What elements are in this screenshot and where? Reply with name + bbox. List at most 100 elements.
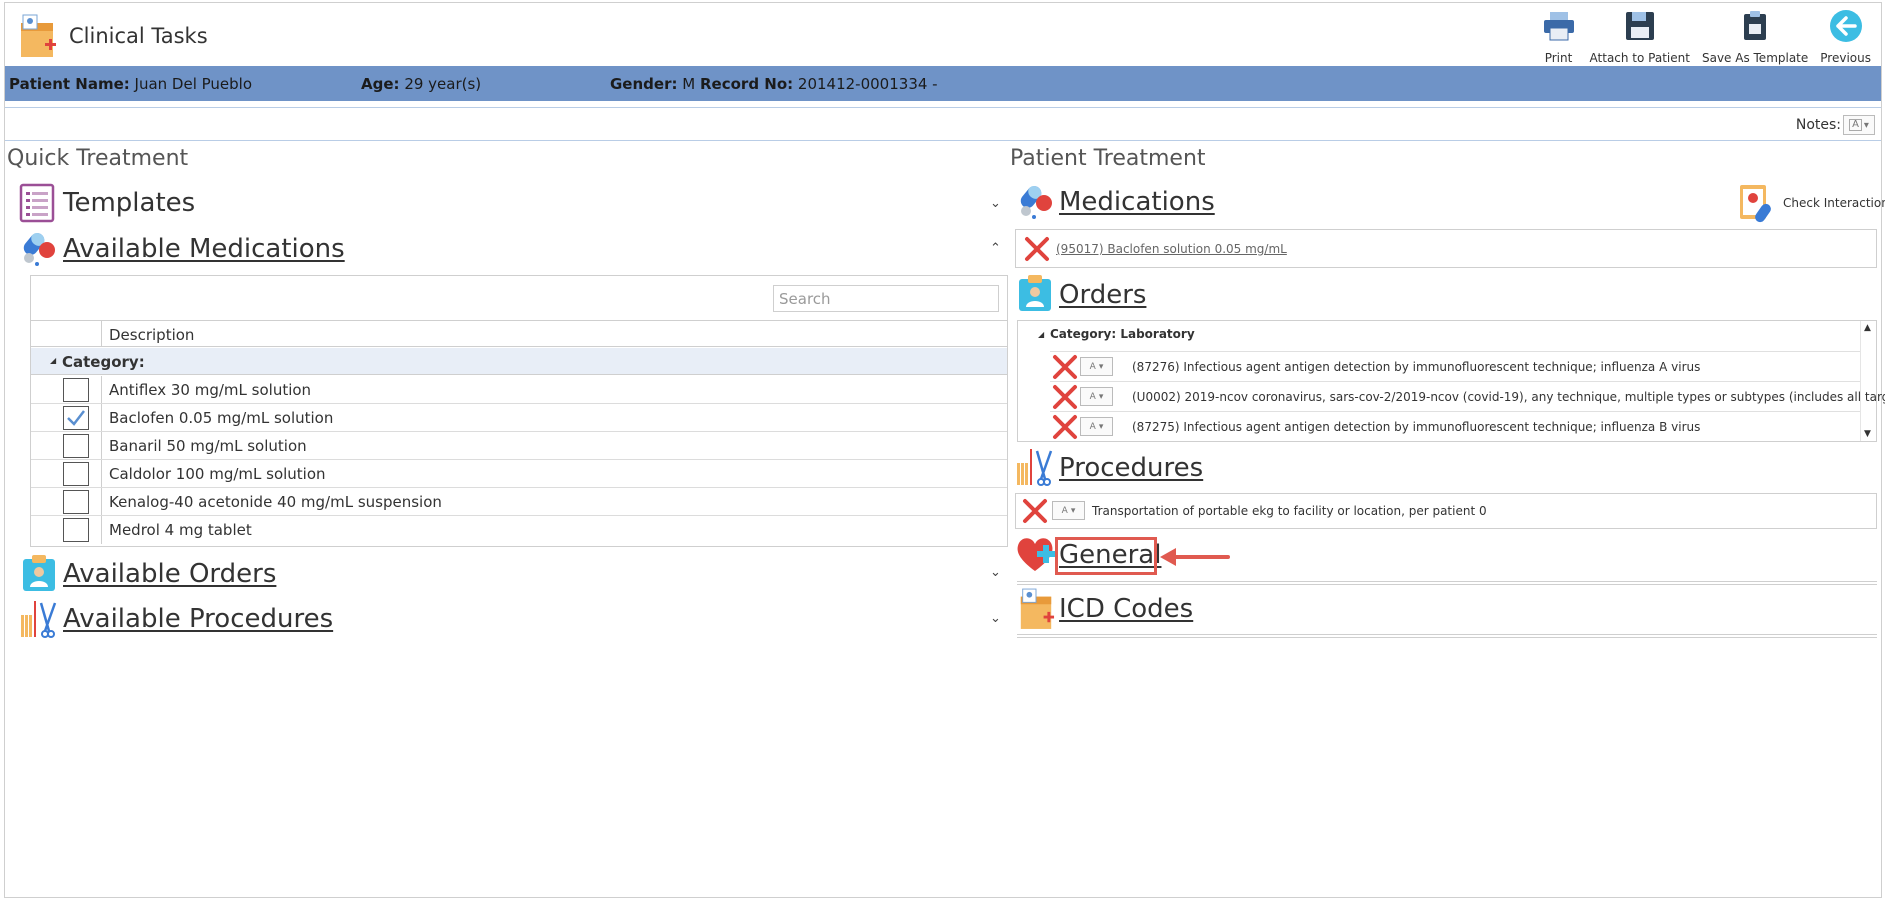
table-row[interactable]: Caldolor 100 mg/mL solution: [31, 460, 1007, 488]
pills-icon: [23, 232, 55, 266]
scroll-up-icon[interactable]: ▲: [1864, 323, 1871, 333]
text-style-icon: A: [1061, 505, 1068, 516]
medication-description: Kenalog-40 acetonide 40 mg/mL suspension: [109, 493, 442, 511]
text-style-icon: A: [1089, 361, 1096, 372]
orders-category-label: Category: Laboratory: [1050, 327, 1195, 341]
printer-icon: [1543, 12, 1574, 41]
procedures-header[interactable]: Procedures: [1059, 453, 1203, 483]
medication-description: Antiflex 30 mg/mL solution: [109, 381, 312, 399]
order-note-dropdown[interactable]: A ▾: [1080, 387, 1113, 406]
scroll-down-icon[interactable]: ▼: [1864, 429, 1871, 439]
order-row[interactable]: A ▾ (U0002) 2019-ncov coronavirus, sars-c…: [1050, 381, 1885, 411]
remove-x-icon[interactable]: [1052, 384, 1078, 410]
patient-medication-item[interactable]: (95017) Baclofen solution 0.05 mg/mL: [1056, 242, 1287, 256]
available-medications-header[interactable]: Available Medications: [63, 234, 345, 264]
toolbar: Print Attach to Patient Save As Template…: [1534, 7, 1877, 65]
icd-codes-list: [1017, 634, 1877, 638]
column-divider: [101, 376, 102, 403]
notes-dropdown[interactable]: A ▾: [1843, 115, 1875, 135]
procedure-item-text: Transportation of portable ekg to facili…: [1092, 504, 1487, 518]
chevron-down-icon: ▾: [1070, 505, 1076, 516]
previous-label: Previous: [1820, 51, 1871, 65]
patient-procedures-list: A ▾ Transportation of portable ekg to fac…: [1015, 493, 1877, 529]
orders-scrollbar[interactable]: ▲ ▼: [1860, 321, 1876, 441]
table-row[interactable]: Baclofen 0.05 mg/mL solution: [31, 404, 1007, 432]
order-item-text: (87275) Infectious agent antigen detecti…: [1132, 420, 1701, 434]
remove-x-icon[interactable]: [1022, 498, 1048, 524]
available-procedures-header[interactable]: Available Procedures: [63, 604, 333, 634]
column-header-description[interactable]: Description: [109, 326, 194, 344]
column-divider: [101, 404, 102, 431]
print-button[interactable]: Print: [1534, 7, 1584, 65]
checkmark-icon: [67, 410, 85, 426]
chevron-down-icon: ▾: [1098, 391, 1104, 402]
patient-gender-label: Gender:: [610, 75, 678, 93]
row-checkbox[interactable]: [63, 490, 89, 514]
order-row[interactable]: A ▾ (87276) Infectious agent antigen dete…: [1050, 351, 1860, 381]
column-divider: [101, 432, 102, 459]
chevron-down-icon: ▾: [1863, 119, 1869, 131]
annotation-arrow-icon: [1160, 548, 1230, 566]
floppy-disk-icon: [1625, 12, 1654, 40]
patient-name-label: Patient Name:: [9, 75, 130, 93]
remove-x-icon[interactable]: [1052, 414, 1078, 440]
category-group-row[interactable]: ◢ Category:: [31, 348, 1007, 375]
table-row[interactable]: Banaril 50 mg/mL solution: [31, 432, 1007, 460]
patient-name: Patient Name: Juan Del Pueblo: [9, 75, 252, 93]
chevron-down-icon: ▾: [1098, 361, 1104, 372]
back-arrow-icon: [1829, 10, 1862, 42]
text-style-icon: A: [1849, 119, 1862, 131]
available-orders-header[interactable]: Available Orders: [63, 559, 276, 589]
page-title: Clinical Tasks: [69, 24, 208, 48]
row-checkbox[interactable]: [63, 378, 89, 402]
row-checkbox[interactable]: [63, 434, 89, 458]
pills-icon: [1020, 185, 1052, 219]
attach-to-patient-button[interactable]: Attach to Patient: [1584, 7, 1696, 65]
table-row[interactable]: Kenalog-40 acetonide 40 mg/mL suspension: [31, 488, 1007, 516]
medication-description: Baclofen 0.05 mg/mL solution: [109, 409, 334, 427]
collapse-triangle-icon[interactable]: ◢: [1038, 330, 1044, 339]
patient-medications-list: (95017) Baclofen solution 0.05 mg/mL: [1015, 229, 1877, 268]
patient-info-bar: Patient Name: Juan Del Pueblo Age: 29 ye…: [5, 66, 1881, 101]
available-medications-grid: Search Description ◢ Category: Antiflex …: [30, 275, 1008, 547]
order-note-dropdown[interactable]: A ▾: [1080, 417, 1113, 436]
annotation-highlight-box: [1055, 537, 1157, 575]
row-checkbox-checked[interactable]: [63, 406, 89, 430]
medication-description: Banaril 50 mg/mL solution: [109, 437, 307, 455]
templates-expand-chevron-icon[interactable]: ⌄: [990, 196, 1001, 211]
category-label: Category:: [62, 353, 145, 371]
icd-codes-header[interactable]: ICD Codes: [1059, 594, 1193, 624]
order-row[interactable]: A ▾ (87275) Infectious agent antigen dete…: [1050, 411, 1860, 441]
available-procedures-expand-chevron-icon[interactable]: ⌄: [990, 611, 1001, 626]
search-input[interactable]: Search: [773, 285, 999, 312]
table-row[interactable]: Antiflex 30 mg/mL solution: [31, 376, 1007, 404]
row-checkbox[interactable]: [63, 518, 89, 542]
column-divider: [101, 460, 102, 487]
table-row[interactable]: Medrol 4 mg tablet: [31, 516, 1007, 544]
surgical-tools-icon: [1017, 449, 1053, 486]
check-interactions-link[interactable]: Check Interactions: [1783, 196, 1885, 210]
medications-header[interactable]: Medications: [1059, 187, 1215, 217]
remove-x-icon[interactable]: [1024, 236, 1050, 262]
doctor-clipboard-icon: [1019, 275, 1051, 311]
surgical-tools-icon: [21, 601, 57, 638]
save-as-template-button[interactable]: Save As Template: [1696, 7, 1814, 65]
available-medications-collapse-chevron-icon[interactable]: ⌃: [990, 241, 1001, 256]
orders-header[interactable]: Orders: [1059, 280, 1146, 310]
previous-button[interactable]: Previous: [1814, 7, 1877, 65]
column-divider: [101, 488, 102, 515]
patient-treatment-title: Patient Treatment: [1010, 146, 1206, 171]
available-orders-expand-chevron-icon[interactable]: ⌄: [990, 565, 1001, 580]
collapse-triangle-icon[interactable]: ◢: [50, 356, 56, 365]
patient-gender-value: M: [682, 75, 696, 93]
heart-plus-icon: [1017, 538, 1055, 571]
row-checkbox[interactable]: [63, 462, 89, 486]
column-divider: [101, 516, 102, 544]
templates-header[interactable]: Templates: [63, 188, 195, 218]
remove-x-icon[interactable]: [1052, 354, 1078, 380]
procedure-note-dropdown[interactable]: A ▾: [1052, 501, 1085, 520]
clinical-box-icon: [21, 14, 56, 57]
text-style-icon: A: [1089, 421, 1096, 432]
check-interactions-icon[interactable]: [1738, 181, 1782, 223]
order-note-dropdown[interactable]: A ▾: [1080, 357, 1113, 376]
